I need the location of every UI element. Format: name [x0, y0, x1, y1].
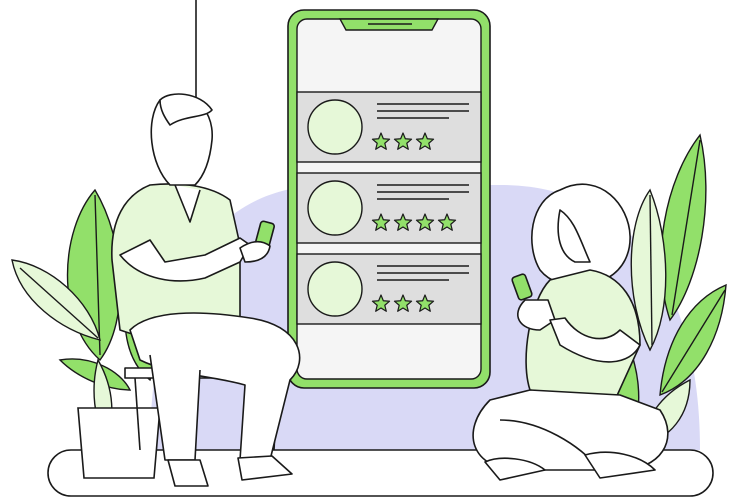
- review-card-list: [296, 91, 482, 325]
- avatar-circle-icon: [307, 180, 363, 236]
- avatar-circle-icon: [307, 99, 363, 155]
- illustration-svg: [11, 0, 727, 497]
- man-shoe-left: [167, 459, 209, 487]
- left-plant-pot: [77, 407, 161, 479]
- illustration-scene: [0, 0, 733, 500]
- avatar-circle-icon: [307, 261, 363, 317]
- review-card[interactable]: [296, 172, 482, 244]
- review-card[interactable]: [296, 91, 482, 163]
- review-card[interactable]: [296, 253, 482, 325]
- woman-hair: [531, 183, 631, 287]
